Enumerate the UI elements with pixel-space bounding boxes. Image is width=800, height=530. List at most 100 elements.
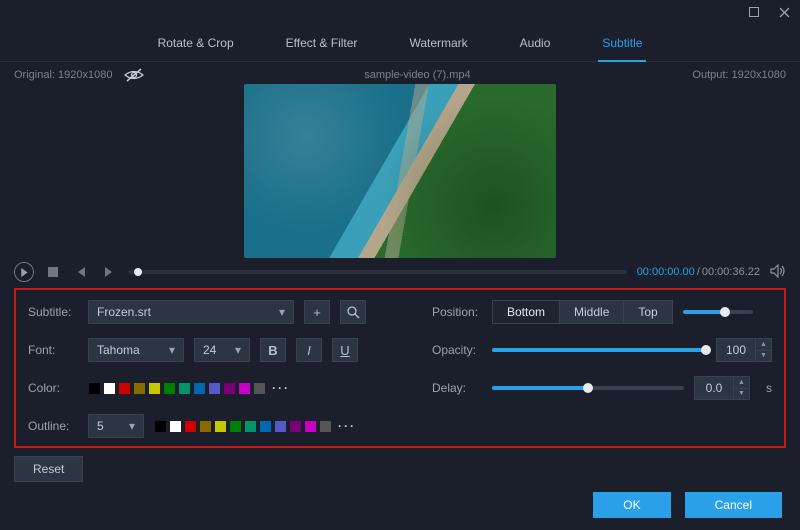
underline-button[interactable]: U xyxy=(332,338,358,362)
delay-unit: s xyxy=(766,381,772,395)
more-colors-button[interactable]: ··· xyxy=(268,381,290,395)
color-swatch[interactable] xyxy=(289,420,302,433)
prev-frame-button[interactable] xyxy=(72,263,90,281)
more-colors-button[interactable]: ··· xyxy=(334,419,356,433)
color-swatch[interactable] xyxy=(154,420,167,433)
opacity-down[interactable]: ▼ xyxy=(756,351,771,362)
color-swatch[interactable] xyxy=(88,382,101,395)
opacity-input[interactable] xyxy=(716,338,756,362)
position-label: Position: xyxy=(432,305,482,319)
subtitle-row: Subtitle: Frozen.srt▾ + xyxy=(28,300,408,324)
position-knob[interactable] xyxy=(720,307,730,317)
font-size-dropdown[interactable]: 24▾ xyxy=(194,338,250,362)
subtitle-editor: Subtitle: Frozen.srt▾ + Position: Bottom… xyxy=(14,288,786,448)
dialog-buttons: OK Cancel xyxy=(593,492,782,518)
outline-width-dropdown[interactable]: 5▾ xyxy=(88,414,144,438)
color-swatch[interactable] xyxy=(169,420,182,433)
search-subtitle-button[interactable] xyxy=(340,300,366,324)
position-segmented: Bottom Middle Top xyxy=(492,300,673,324)
outline-color-swatches: ··· xyxy=(154,419,356,433)
color-swatch[interactable] xyxy=(229,420,242,433)
color-swatch[interactable] xyxy=(199,420,212,433)
seek-knob[interactable] xyxy=(134,268,142,276)
delay-input[interactable] xyxy=(694,376,734,400)
color-swatch[interactable] xyxy=(118,382,131,395)
delay-spinner: ▲▼ xyxy=(694,376,750,400)
opacity-spinner: ▲▼ xyxy=(716,338,772,362)
volume-icon[interactable] xyxy=(770,264,786,280)
color-swatch[interactable] xyxy=(214,420,227,433)
stop-button[interactable] xyxy=(44,263,62,281)
color-swatch[interactable] xyxy=(319,420,332,433)
color-swatch[interactable] xyxy=(184,420,197,433)
color-swatch[interactable] xyxy=(133,382,146,395)
opacity-row: Opacity: ▲▼ xyxy=(432,338,772,362)
color-swatch[interactable] xyxy=(208,382,221,395)
opacity-knob[interactable] xyxy=(701,345,711,355)
delay-row: Delay: ▲▼ s xyxy=(432,376,772,400)
play-button[interactable] xyxy=(14,262,34,282)
titlebar xyxy=(0,0,800,24)
current-time: 00:00:00.00 xyxy=(637,266,695,278)
color-swatch[interactable] xyxy=(304,420,317,433)
tab-rotate-crop[interactable]: Rotate & Crop xyxy=(154,30,238,61)
delay-down[interactable]: ▼ xyxy=(734,389,749,400)
italic-button[interactable]: I xyxy=(296,338,322,362)
position-slider[interactable] xyxy=(683,310,753,314)
delay-knob[interactable] xyxy=(583,383,593,393)
position-row: Position: Bottom Middle Top xyxy=(432,300,772,324)
color-swatch[interactable] xyxy=(223,382,236,395)
cancel-button[interactable]: Cancel xyxy=(685,492,782,518)
position-top[interactable]: Top xyxy=(624,301,671,323)
tab-watermark[interactable]: Watermark xyxy=(405,30,471,61)
duration: 00:00:36.22 xyxy=(702,266,760,278)
outline-label: Outline: xyxy=(28,419,78,433)
color-swatch[interactable] xyxy=(193,382,206,395)
font-row: Font: Tahoma▾ 24▾ B I U xyxy=(28,338,408,362)
color-swatch[interactable] xyxy=(274,420,287,433)
timecode: 00:00:00.00/00:00:36.22 xyxy=(637,266,760,278)
original-res-label: Original: 1920x1080 xyxy=(14,69,112,81)
color-swatch[interactable] xyxy=(103,382,116,395)
video-preview[interactable] xyxy=(244,84,556,258)
font-name-dropdown[interactable]: Tahoma▾ xyxy=(88,338,184,362)
tab-subtitle[interactable]: Subtitle xyxy=(598,30,646,62)
position-middle[interactable]: Middle xyxy=(560,301,624,323)
color-swatch[interactable] xyxy=(253,382,266,395)
close-button[interactable] xyxy=(778,6,790,18)
position-bottom[interactable]: Bottom xyxy=(493,301,560,323)
subtitle-label: Subtitle: xyxy=(28,305,78,319)
color-swatch[interactable] xyxy=(163,382,176,395)
tabbar: Rotate & Crop Effect & Filter Watermark … xyxy=(0,24,800,62)
color-label: Color: xyxy=(28,381,78,395)
tab-audio[interactable]: Audio xyxy=(516,30,555,61)
opacity-up[interactable]: ▲ xyxy=(756,339,771,351)
visibility-toggle-icon[interactable] xyxy=(124,68,142,82)
maximize-button[interactable] xyxy=(748,6,760,18)
color-swatch[interactable] xyxy=(244,420,257,433)
color-swatch[interactable] xyxy=(238,382,251,395)
next-frame-button[interactable] xyxy=(100,263,118,281)
ok-button[interactable]: OK xyxy=(593,492,670,518)
filename-label: sample-video (7).mp4 xyxy=(364,69,470,81)
color-swatch[interactable] xyxy=(148,382,161,395)
text-color-swatches: ··· xyxy=(88,381,290,395)
subtitle-file-dropdown[interactable]: Frozen.srt▾ xyxy=(88,300,294,324)
delay-label: Delay: xyxy=(432,381,482,395)
preview-area xyxy=(0,82,800,258)
transport-bar: 00:00:00.00/00:00:36.22 xyxy=(0,258,800,288)
add-subtitle-button[interactable]: + xyxy=(304,300,330,324)
opacity-slider[interactable] xyxy=(492,348,706,352)
font-label: Font: xyxy=(28,343,78,357)
delay-up[interactable]: ▲ xyxy=(734,377,749,389)
seek-bar[interactable] xyxy=(128,270,627,274)
tab-effect-filter[interactable]: Effect & Filter xyxy=(282,30,362,61)
output-res-label: Output: 1920x1080 xyxy=(692,69,786,81)
outline-row: Outline: 5▾ ··· xyxy=(28,414,408,438)
reset-button[interactable]: Reset xyxy=(14,456,83,482)
bold-button[interactable]: B xyxy=(260,338,286,362)
opacity-label: Opacity: xyxy=(432,343,482,357)
delay-slider[interactable] xyxy=(492,386,684,390)
color-swatch[interactable] xyxy=(259,420,272,433)
color-swatch[interactable] xyxy=(178,382,191,395)
